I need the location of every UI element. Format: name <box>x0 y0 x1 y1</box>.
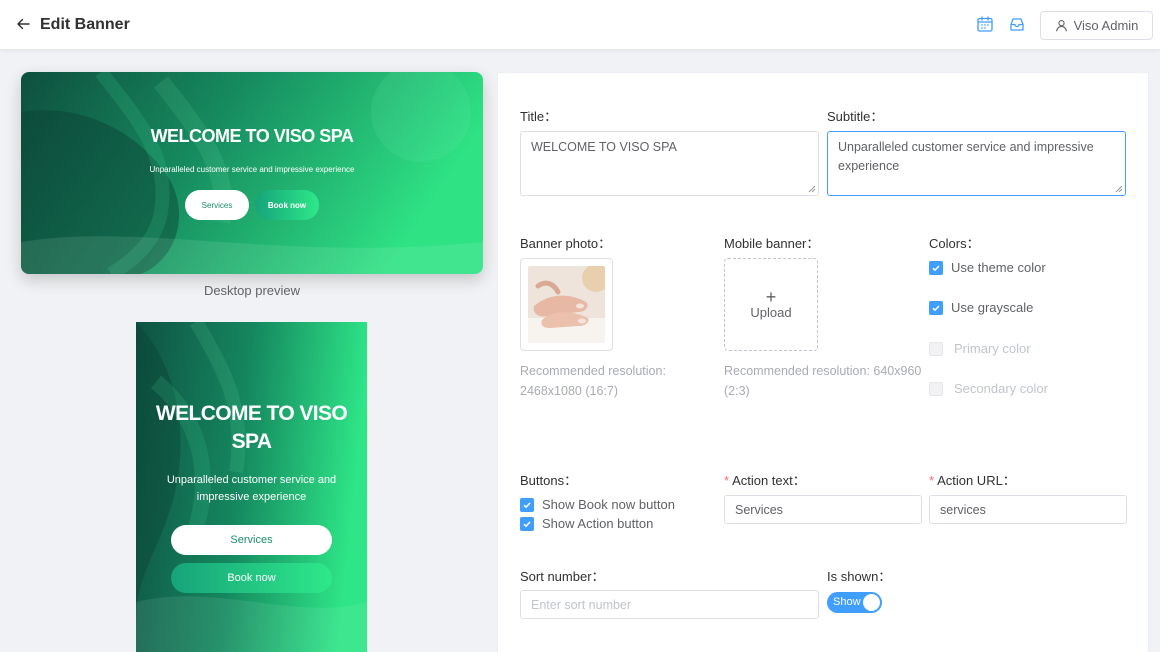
required-mark: * <box>724 473 730 488</box>
show-action-button-checkbox[interactable]: Show Action button <box>520 516 653 531</box>
checkbox-label: Show Action button <box>542 516 654 531</box>
check-icon <box>932 264 940 271</box>
show-book-now-checkbox[interactable]: Show Book now button <box>520 497 675 512</box>
desktop-banner-content: WELCOME TO VISO SPA Unparalleled custome… <box>21 72 483 274</box>
action-text-label: * Action text： <box>724 473 806 488</box>
page-title: Edit Banner <box>40 16 130 33</box>
checkbox-label: Use theme color <box>951 260 1046 275</box>
mobile-services-button: Services <box>171 525 332 555</box>
banner-photo-label: Banner photo： <box>520 236 612 251</box>
toggle-knob <box>863 594 880 611</box>
toggle-label: Show <box>833 596 861 608</box>
use-grayscale-checkbox[interactable]: Use grayscale <box>929 300 1033 315</box>
calendar-icon[interactable] <box>976 15 994 33</box>
checkbox-box[interactable] <box>520 516 534 531</box>
title-textarea[interactable]: WELCOME TO VISO SPA <box>520 131 819 196</box>
use-theme-color-checkbox[interactable]: Use theme color <box>929 260 1046 275</box>
primary-color-checkbox: Primary color <box>929 341 1031 356</box>
mobile-banner-content: WELCOME TO VISO SPA Unparalleled custome… <box>136 322 367 652</box>
checkbox-label: Secondary color <box>954 381 1048 396</box>
resize-grip-icon[interactable] <box>808 185 816 193</box>
is-shown-label: Is shown： <box>827 569 892 584</box>
plus-icon: + <box>765 287 777 307</box>
mobile-banner-hint: Recommended resolution: 640x960 (2:3) <box>724 364 922 398</box>
subtitle-label: Subtitle： <box>827 109 884 124</box>
check-icon <box>932 304 940 311</box>
user-icon <box>1055 20 1067 32</box>
title-value: WELCOME TO VISO SPA <box>531 140 677 154</box>
mobile-banner-label: Mobile banner： <box>724 236 820 251</box>
banner-photo-image <box>528 266 605 343</box>
action-url-label: * Action URL： <box>929 473 1016 488</box>
desktop-services-button: Services <box>185 190 249 220</box>
mobile-book-now-button: Book now <box>171 563 332 593</box>
mobile-banner-preview: WELCOME TO VISO SPA Unparalleled custome… <box>136 322 367 652</box>
desktop-banner-title: WELCOME TO VISO SPA <box>150 126 354 146</box>
title-label: Title： <box>520 109 558 124</box>
user-menu-button[interactable]: Viso Admin <box>1040 11 1153 40</box>
subtitle-value: Unparalleled customer service and impres… <box>838 140 1094 173</box>
checkbox-box <box>929 381 943 396</box>
desktop-banner-preview: WELCOME TO VISO SPA Unparalleled custome… <box>21 72 483 274</box>
desktop-banner-subtitle: Unparalleled customer service and impres… <box>149 165 355 174</box>
mobile-banner-title: WELCOME TO VISO SPA <box>155 402 348 453</box>
checkbox-label: Use grayscale <box>951 300 1034 315</box>
checkbox-label: Show Book now button <box>542 497 675 512</box>
sort-number-input[interactable]: Enter sort number <box>520 590 819 619</box>
top-bar: Edit Banner Viso Admin <box>0 0 1160 50</box>
banner-photo-hint: Recommended resolution: 2468x1080 (16:7) <box>520 364 666 398</box>
upload-label: Upload <box>750 305 792 320</box>
mobile-banner-upload[interactable]: + Upload <box>724 258 818 351</box>
action-url-input[interactable]: services <box>929 495 1127 524</box>
sort-number-label: Sort number： <box>520 569 605 584</box>
is-shown-toggle[interactable]: Show <box>827 592 882 613</box>
inbox-icon[interactable] <box>1008 15 1026 33</box>
checkbox-box[interactable] <box>929 300 943 315</box>
checkbox-box[interactable] <box>520 497 534 512</box>
subtitle-textarea[interactable]: Unparalleled customer service and impres… <box>827 131 1126 196</box>
secondary-color-checkbox: Secondary color <box>929 381 1048 396</box>
colors-label: Colors： <box>929 236 980 251</box>
desktop-preview-caption: Desktop preview <box>203 283 301 298</box>
checkbox-label: Primary color <box>954 341 1031 356</box>
user-name: Viso Admin <box>1073 18 1139 33</box>
banner-photo-thumbnail[interactable] <box>520 258 613 351</box>
mobile-banner-subtitle: Unparalleled customer service and impres… <box>166 474 337 503</box>
checkbox-box[interactable] <box>929 260 943 275</box>
checkbox-box <box>929 341 943 356</box>
required-mark: * <box>929 473 935 488</box>
resize-grip-icon[interactable] <box>1115 185 1123 193</box>
arrow-left-icon[interactable] <box>14 15 32 33</box>
desktop-book-now-button: Book now <box>255 190 319 220</box>
buttons-label: Buttons： <box>520 473 578 488</box>
check-icon <box>523 501 531 508</box>
check-icon <box>523 520 531 527</box>
action-text-input[interactable]: Services <box>724 495 922 524</box>
